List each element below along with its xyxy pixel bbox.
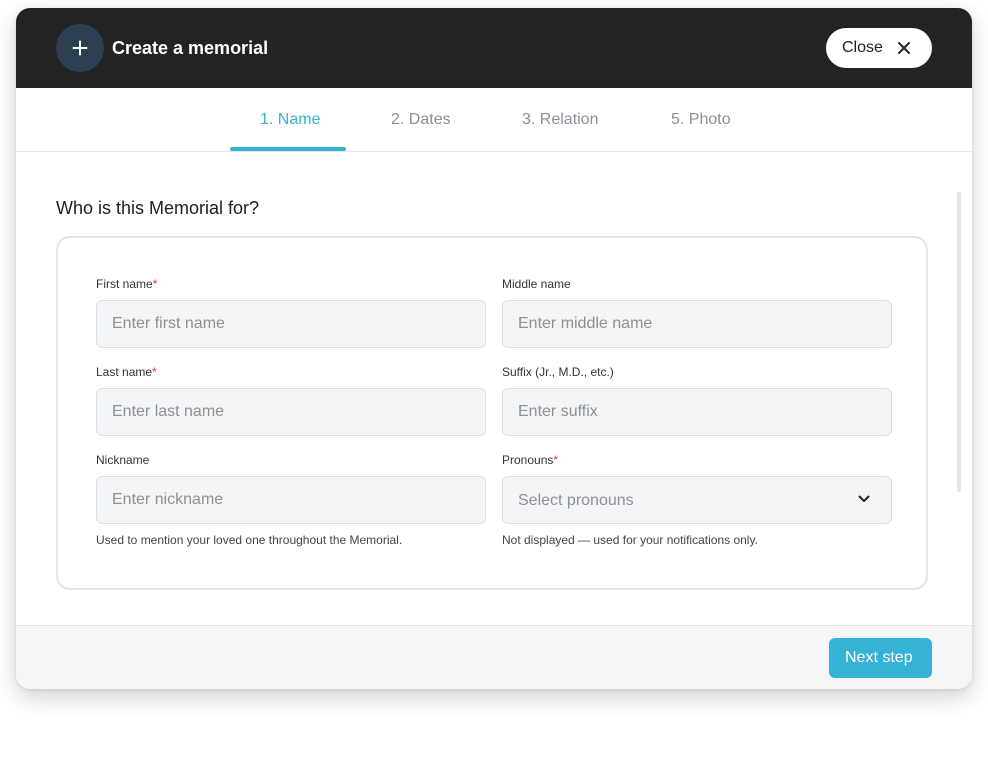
last-name-label: Last name*	[96, 364, 157, 380]
step-tabs: 1. Name 2. Dates 3. Relation 5. Photo	[16, 88, 972, 152]
tab-photo[interactable]: 5. Photo	[671, 110, 731, 130]
required-mark: *	[152, 365, 157, 379]
first-name-label-text: First name	[96, 277, 153, 291]
pronouns-placeholder: Select pronouns	[518, 492, 634, 509]
pronouns-helper-text: Not displayed — used for your notificati…	[502, 533, 758, 547]
scrollbar[interactable]	[957, 192, 961, 492]
middle-name-input[interactable]	[503, 301, 891, 347]
pronouns-select[interactable]: Select pronouns	[502, 476, 892, 524]
middle-name-label: Middle name	[502, 277, 571, 291]
next-step-button[interactable]: Next step	[829, 638, 932, 678]
suffix-label: Suffix (Jr., M.D., etc.)	[502, 365, 614, 379]
close-icon	[898, 42, 910, 54]
middle-name-field	[502, 300, 892, 348]
form-title: Who is this Memorial for?	[56, 198, 260, 218]
active-tab-indicator	[230, 147, 346, 151]
suffix-field	[502, 388, 892, 436]
name-form-card: First name* Middle name Last name* Suffi…	[56, 236, 928, 590]
dialog-header: Create a memorial Close	[16, 8, 972, 88]
required-mark: *	[553, 453, 559, 467]
first-name-label: First name*	[96, 276, 157, 292]
tab-dates[interactable]: 2. Dates	[391, 110, 451, 130]
tab-relation[interactable]: 3. Relation	[522, 110, 599, 130]
dialog-footer: Next step	[16, 625, 972, 689]
dialog-title: Create a memorial	[112, 38, 269, 58]
pronouns-label-text: Pronouns	[502, 453, 554, 467]
tab-name[interactable]: 1. Name	[260, 110, 320, 130]
chevron-down-icon	[858, 495, 870, 502]
first-name-field	[96, 300, 486, 348]
next-step-label: Next step	[845, 649, 913, 666]
last-name-field	[96, 388, 486, 436]
plus-icon	[56, 24, 104, 72]
first-name-input[interactable]	[97, 301, 485, 347]
close-button[interactable]: Close	[826, 28, 932, 68]
nickname-input[interactable]	[97, 477, 485, 523]
nickname-helper-text: Used to mention your loved one throughou…	[96, 533, 403, 547]
close-button-label: Close	[842, 39, 883, 56]
last-name-label-text: Last name	[96, 365, 153, 379]
nickname-label: Nickname	[96, 453, 150, 467]
create-memorial-dialog: Create a memorial Close 1. Name 2. Dates…	[16, 8, 972, 689]
pronouns-label: Pronouns*	[502, 452, 558, 468]
required-mark: *	[152, 277, 158, 291]
suffix-input[interactable]	[503, 389, 891, 435]
last-name-input[interactable]	[97, 389, 485, 435]
nickname-field	[96, 476, 486, 524]
